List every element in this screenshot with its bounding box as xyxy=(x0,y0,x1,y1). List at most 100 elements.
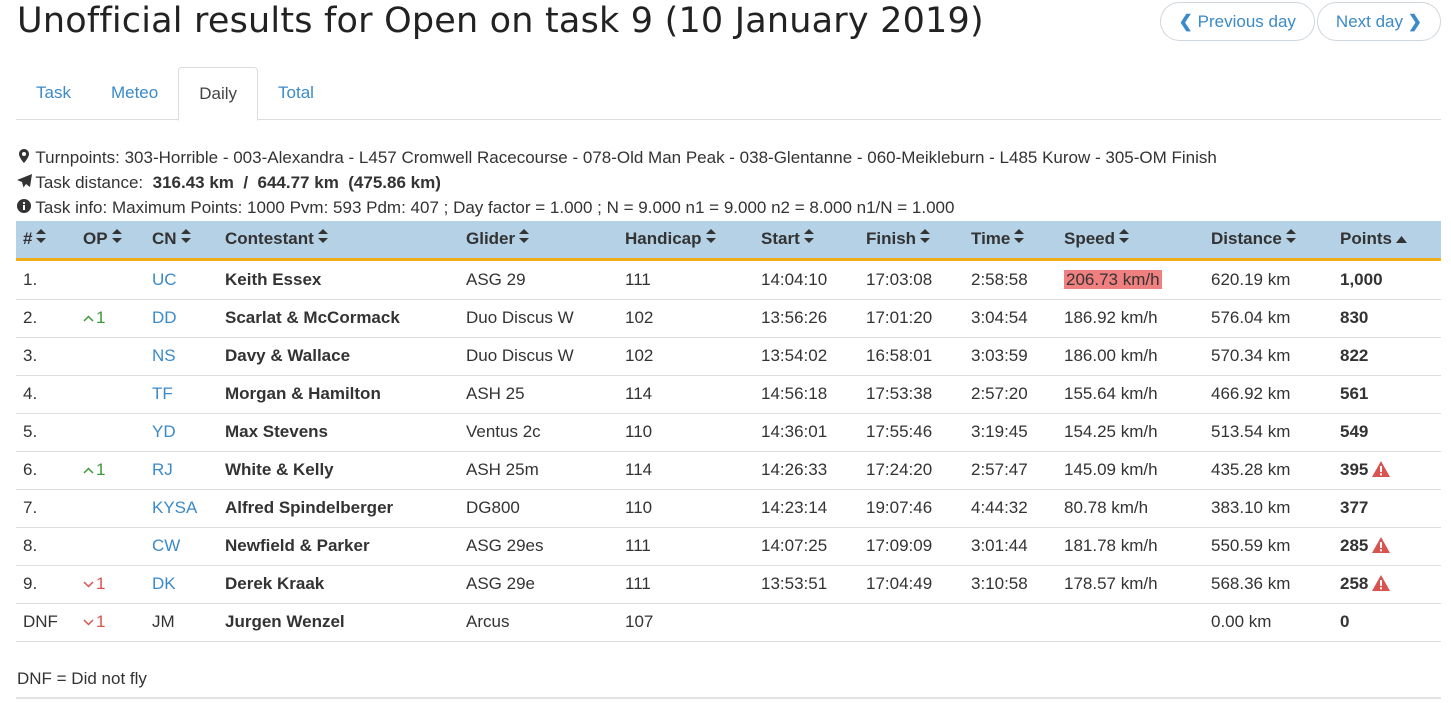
arrow-up-icon xyxy=(83,308,94,327)
cell-op xyxy=(76,527,145,566)
column-handicap[interactable]: Handicap xyxy=(618,221,754,261)
competition-number-link[interactable]: KYSA xyxy=(152,498,197,517)
competition-number-link[interactable]: DK xyxy=(152,574,176,593)
cell-points: 377 xyxy=(1333,489,1441,528)
competition-number-link[interactable]: YD xyxy=(152,422,176,441)
cell-time: 2:58:58 xyxy=(964,259,1057,300)
warning-icon[interactable] xyxy=(1372,461,1391,477)
results-table: # OP CN Contestant Glider Handicap Start… xyxy=(16,221,1441,642)
cell-cn: KYSA xyxy=(145,489,218,528)
cell-glider: ASG 29es xyxy=(459,527,618,566)
column-cn[interactable]: CN xyxy=(145,221,218,261)
sort-icon xyxy=(519,229,530,246)
cell-rank: 1. xyxy=(16,259,76,300)
op-change: 1 xyxy=(96,574,106,593)
table-row: 1. UC Keith Essex ASG 29 111 14:04:10 17:03:08… xyxy=(16,259,1441,300)
cell-rank: 6. xyxy=(16,451,76,490)
cell-name: Max Stevens xyxy=(218,413,459,452)
turnpoints-value: 303-Horrible - 003-Alexandra - L457 Crom… xyxy=(124,148,1217,167)
cell-rank: 3. xyxy=(16,337,76,376)
points-value: 285 xyxy=(1340,536,1369,555)
tab-task[interactable]: Task xyxy=(16,67,91,120)
cell-name: Alfred Spindelberger xyxy=(218,489,459,528)
cell-distance: 466.92 km xyxy=(1204,375,1333,414)
cell-handicap: 111 xyxy=(618,565,754,604)
cell-handicap: 102 xyxy=(618,299,754,338)
cell-finish: 17:04:49 xyxy=(859,565,964,604)
previous-day-button[interactable]: ❮ Previous day xyxy=(1159,2,1315,41)
results-page: Unofficial results for Open on task 9 (1… xyxy=(0,0,1451,703)
cell-rank: 4. xyxy=(16,375,76,414)
cell-start: 14:26:33 xyxy=(754,451,859,490)
cell-time: 3:01:44 xyxy=(964,527,1057,566)
op-change: 1 xyxy=(96,612,106,631)
cell-speed: 181.78 km/h xyxy=(1057,527,1204,566)
cell-start: 13:53:51 xyxy=(754,565,859,604)
cell-time: 2:57:47 xyxy=(964,451,1057,490)
column-op[interactable]: OP xyxy=(76,221,145,261)
column-rank[interactable]: # xyxy=(16,221,76,261)
column-distance[interactable]: Distance xyxy=(1204,221,1333,261)
cell-handicap: 114 xyxy=(618,451,754,490)
cell-distance: 383.10 km xyxy=(1204,489,1333,528)
sort-icon xyxy=(180,229,191,246)
competition-number-link[interactable]: DD xyxy=(152,308,177,327)
cell-start: 13:54:02 xyxy=(754,337,859,376)
competition-number-link[interactable]: RJ xyxy=(152,460,173,479)
tab-total[interactable]: Total xyxy=(258,67,334,120)
points-value: 258 xyxy=(1340,574,1369,593)
cell-name: Jurgen Wenzel xyxy=(218,603,459,642)
cell-handicap: 114 xyxy=(618,375,754,414)
task-info-line: Task info: Maximum Points: 1000 Pvm: 593… xyxy=(17,198,954,218)
competition-number-link[interactable]: UC xyxy=(152,270,177,289)
cell-glider: DG800 xyxy=(459,489,618,528)
sort-icon xyxy=(1119,229,1130,246)
warning-icon[interactable] xyxy=(1372,575,1391,591)
cell-handicap: 110 xyxy=(618,413,754,452)
column-finish[interactable]: Finish xyxy=(859,221,964,261)
cell-rank: DNF xyxy=(16,603,76,642)
cell-glider: ASH 25 xyxy=(459,375,618,414)
task-info-value: Maximum Points: 1000 Pvm: 593 Pdm: 407 ;… xyxy=(111,198,955,217)
column-points[interactable]: Points xyxy=(1333,221,1441,261)
next-day-button[interactable]: Next day ❯ xyxy=(1316,2,1441,41)
cell-rank: 9. xyxy=(16,565,76,604)
column-speed[interactable]: Speed xyxy=(1057,221,1204,261)
cell-start: 14:36:01 xyxy=(754,413,859,452)
turnpoints-label: Turnpoints: xyxy=(35,148,120,167)
cell-cn: CW xyxy=(145,527,218,566)
column-contestant[interactable]: Contestant xyxy=(218,221,459,261)
tab-meteo[interactable]: Meteo xyxy=(91,67,178,120)
cell-op xyxy=(76,413,145,452)
cell-start xyxy=(754,603,859,642)
bottom-divider xyxy=(16,697,1441,699)
column-time[interactable]: Time xyxy=(964,221,1057,261)
cell-speed: 186.00 km/h xyxy=(1057,337,1204,376)
warning-icon[interactable] xyxy=(1372,537,1391,553)
column-glider[interactable]: Glider xyxy=(459,221,618,261)
tab-daily[interactable]: Daily xyxy=(178,67,259,121)
cell-points: 395 xyxy=(1333,451,1441,490)
cell-name: White & Kelly xyxy=(218,451,459,490)
cell-handicap: 111 xyxy=(618,259,754,300)
table-header-row: # OP CN Contestant Glider Handicap Start… xyxy=(16,221,1441,261)
table-row: 4. TF Morgan & Hamilton ASH 25 114 14:56:18 17… xyxy=(16,375,1441,414)
cell-rank: 5. xyxy=(16,413,76,452)
cell-points: 258 xyxy=(1333,565,1441,604)
cell-speed xyxy=(1057,603,1204,642)
cell-points: 561 xyxy=(1333,375,1441,414)
cell-time: 3:10:58 xyxy=(964,565,1057,604)
competition-number-link[interactable]: CW xyxy=(152,536,180,555)
cell-start: 14:23:14 xyxy=(754,489,859,528)
competition-number-link[interactable]: TF xyxy=(152,384,173,403)
column-start[interactable]: Start xyxy=(754,221,859,261)
cell-handicap: 102 xyxy=(618,337,754,376)
results-tabs: Task Meteo Daily Total xyxy=(16,67,1441,121)
arrow-up-icon xyxy=(83,460,94,479)
cell-name: Scarlat & McCormack xyxy=(218,299,459,338)
points-value: 830 xyxy=(1340,308,1369,327)
cell-finish: 17:24:20 xyxy=(859,451,964,490)
competition-number-link[interactable]: NS xyxy=(152,346,176,365)
cell-distance: 435.28 km xyxy=(1204,451,1333,490)
cell-speed: 186.92 km/h xyxy=(1057,299,1204,338)
